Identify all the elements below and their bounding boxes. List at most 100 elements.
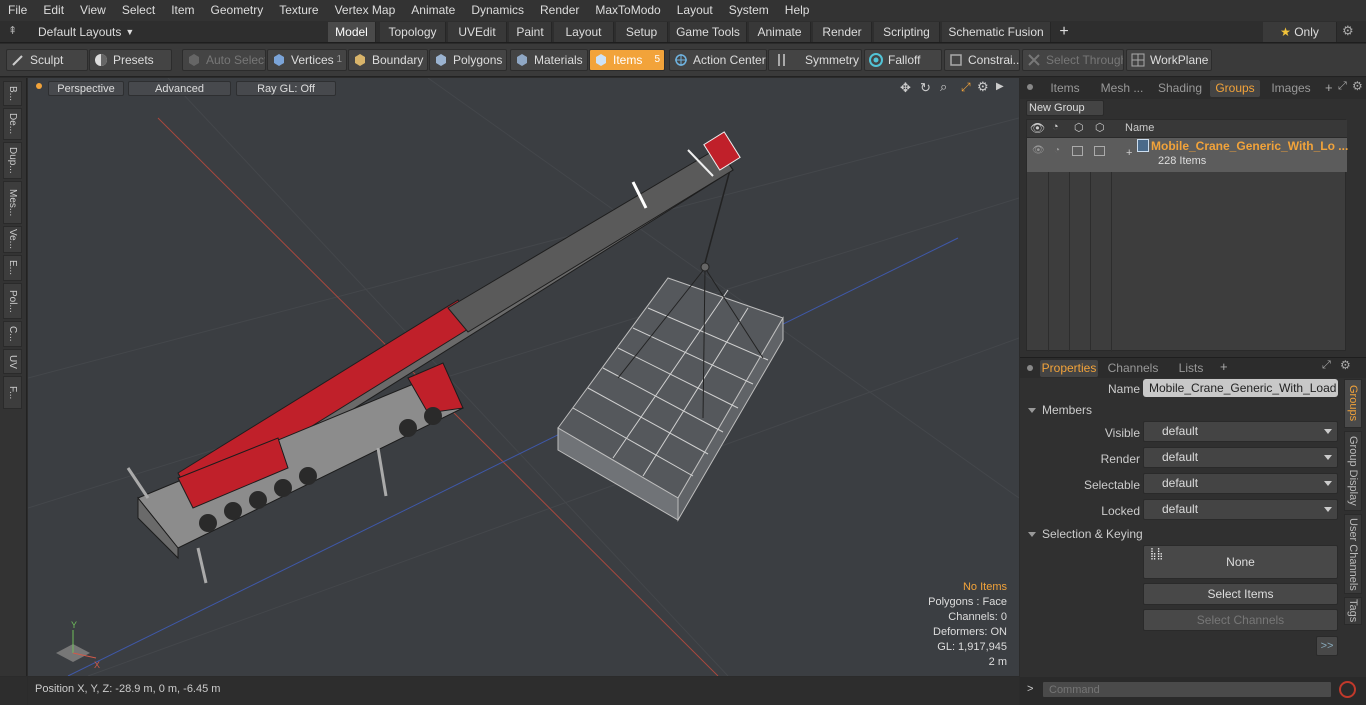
panel-tab-images[interactable]: Images — [1268, 80, 1314, 97]
menu-geometry[interactable]: Geometry — [203, 0, 272, 21]
menu-layout[interactable]: Layout — [669, 0, 721, 21]
layout-tab-setup[interactable]: Setup — [616, 22, 668, 42]
layout-tab-animate[interactable]: Animate — [749, 22, 811, 42]
layout-tab-scripting[interactable]: Scripting — [874, 22, 940, 42]
add-properties-tab-icon[interactable]: + — [1220, 359, 1228, 374]
panel-tab-shading[interactable]: Shading — [1154, 80, 1206, 97]
play-icon[interactable]: ▶ — [996, 81, 1004, 92]
select-column-icon[interactable]: ⬡ — [1074, 121, 1084, 134]
selection-keying-section-header[interactable]: Selection & Keying — [1028, 527, 1143, 541]
panel-tab-groups[interactable]: Groups — [1210, 80, 1260, 97]
menu-edit[interactable]: Edit — [35, 0, 72, 21]
materials-button[interactable]: Materials — [510, 49, 588, 71]
locked-dropdown[interactable]: default — [1143, 499, 1338, 520]
auto-select-button[interactable]: Auto Select — [182, 49, 266, 71]
properties-tab-channels[interactable]: Channels — [1104, 360, 1162, 377]
menu-texture[interactable]: Texture — [271, 0, 326, 21]
expand-icon[interactable]: ⤢ — [1338, 80, 1347, 93]
left-tool-tab-2[interactable]: Dup... — [3, 142, 22, 179]
lock-column-icon[interactable]: ⬡ — [1095, 121, 1105, 134]
render-column-icon[interactable]: ◔ — [1052, 121, 1059, 133]
properties-expand-icon[interactable]: ⤢ — [1322, 359, 1331, 372]
new-group-button[interactable]: New Group — [1026, 100, 1104, 116]
left-tool-tab-8[interactable]: UV — [3, 349, 22, 374]
panel-tab-items[interactable]: Items — [1040, 80, 1090, 97]
panel-gear-icon[interactable]: ⚙ — [1352, 79, 1363, 93]
advanced-shading-button[interactable]: Advanced — [128, 81, 231, 96]
viewport-settings-icon[interactable]: ⚙ — [977, 79, 989, 95]
left-tool-tab-7[interactable]: C... — [3, 321, 22, 347]
command-input[interactable] — [1042, 681, 1332, 698]
layout-tab-game-tools[interactable]: Game Tools — [670, 22, 747, 42]
side-tab-groups[interactable]: Groups — [1344, 379, 1362, 428]
render-icon[interactable]: ◔ — [1054, 145, 1060, 156]
only-toggle[interactable]: ★ Only — [1263, 22, 1337, 42]
action-center-button[interactable]: Action Center — [669, 49, 767, 71]
add-tab-icon[interactable]: + — [1056, 22, 1072, 42]
menu-maxtomodo[interactable]: MaxToModo — [587, 0, 668, 21]
viewport-menu-icon[interactable] — [36, 83, 42, 89]
layout-tab-topology[interactable]: Topology — [380, 22, 446, 42]
default-layouts-dropdown[interactable]: Default Layouts ▼ — [38, 23, 134, 41]
menu-animate[interactable]: Animate — [403, 0, 463, 21]
menu-select[interactable]: Select — [114, 0, 163, 21]
left-tool-tab-1[interactable]: De... — [3, 108, 22, 140]
workplane-button[interactable]: WorkPlane — [1126, 49, 1212, 71]
items-button[interactable]: Items 5 — [589, 49, 665, 71]
visible-dropdown[interactable]: default — [1143, 421, 1338, 442]
properties-tab-lists[interactable]: Lists — [1170, 360, 1212, 377]
panel-tab-mesh[interactable]: Mesh ... — [1096, 80, 1148, 97]
more-button[interactable]: >> — [1316, 636, 1338, 656]
record-icon[interactable] — [1339, 681, 1356, 698]
members-section-header[interactable]: Members — [1028, 403, 1092, 417]
visibility-eye-icon[interactable]: 👁 — [1032, 145, 1045, 156]
group-row[interactable]: 👁 ◔ + Mobile_Crane_Generic_With_Lo ... 2… — [1027, 138, 1348, 172]
layout-arrow-icon[interactable]: ⇞ — [8, 25, 20, 37]
layout-tab-paint[interactable]: Paint — [509, 22, 552, 42]
panel-menu-icon[interactable] — [1027, 84, 1033, 90]
vertices-button[interactable]: Vertices 1 — [267, 49, 347, 71]
layout-tab-uvedit[interactable]: UVEdit — [448, 22, 507, 42]
visibility-column-icon[interactable]: 👁 — [1030, 121, 1045, 135]
rotate-view-icon[interactable]: ↻ — [920, 80, 931, 96]
selectable-dropdown[interactable]: default — [1143, 473, 1338, 494]
sculpt-button[interactable]: Sculpt — [6, 49, 88, 71]
presets-button[interactable]: Presets — [89, 49, 172, 71]
perspective-button[interactable]: Perspective — [48, 81, 124, 96]
add-tab-icon[interactable]: + — [1325, 80, 1333, 95]
menu-render[interactable]: Render — [532, 0, 587, 21]
select-items-button[interactable]: Select Items — [1143, 583, 1338, 605]
constraints-button[interactable]: Constrai... — [944, 49, 1020, 71]
layout-tab-model[interactable]: Model — [328, 22, 376, 42]
menu-system[interactable]: System — [721, 0, 777, 21]
gear-icon[interactable]: ⚙ — [1342, 23, 1354, 39]
left-tool-tab-0[interactable]: B... — [3, 81, 22, 106]
raygl-button[interactable]: Ray GL: Off — [236, 81, 336, 96]
properties-gear-icon[interactable]: ⚙ — [1340, 358, 1351, 372]
fit-view-icon[interactable]: ⤢ — [961, 80, 971, 95]
side-tab-user-channels[interactable]: User Channels — [1344, 514, 1362, 594]
menu-item[interactable]: Item — [163, 0, 202, 21]
left-tool-tab-3[interactable]: Mes... — [3, 181, 22, 224]
boundary-button[interactable]: Boundary — [348, 49, 428, 71]
render-dropdown[interactable]: default — [1143, 447, 1338, 468]
symmetry-button[interactable]: Symmetry — [768, 49, 862, 71]
polygons-button[interactable]: Polygons — [429, 49, 507, 71]
menu-help[interactable]: Help — [777, 0, 818, 21]
properties-tab-properties[interactable]: Properties — [1040, 360, 1098, 377]
menu-dynamics[interactable]: Dynamics — [463, 0, 532, 21]
menu-vertex-map[interactable]: Vertex Map — [327, 0, 404, 21]
menu-file[interactable]: File — [0, 0, 35, 21]
zoom-view-icon[interactable]: ⌕ — [940, 79, 947, 95]
none-button[interactable]: ⠇⠇ ⠿⠿ None — [1143, 545, 1338, 579]
properties-menu-icon[interactable] — [1027, 365, 1033, 371]
select-through-button[interactable]: Select Through — [1022, 49, 1124, 71]
layout-tab-render[interactable]: Render — [813, 22, 872, 42]
select-checkbox[interactable] — [1072, 146, 1083, 156]
group-name-field[interactable]: Mobile_Crane_Generic_With_Load (3) — [1143, 379, 1338, 397]
lock-checkbox[interactable] — [1094, 146, 1105, 156]
left-tool-tab-5[interactable]: E... — [3, 255, 22, 281]
side-tab-tags[interactable]: Tags — [1344, 597, 1362, 625]
expand-plus-icon[interactable]: + — [1126, 147, 1132, 159]
left-tool-tab-4[interactable]: Ve... — [3, 226, 22, 253]
